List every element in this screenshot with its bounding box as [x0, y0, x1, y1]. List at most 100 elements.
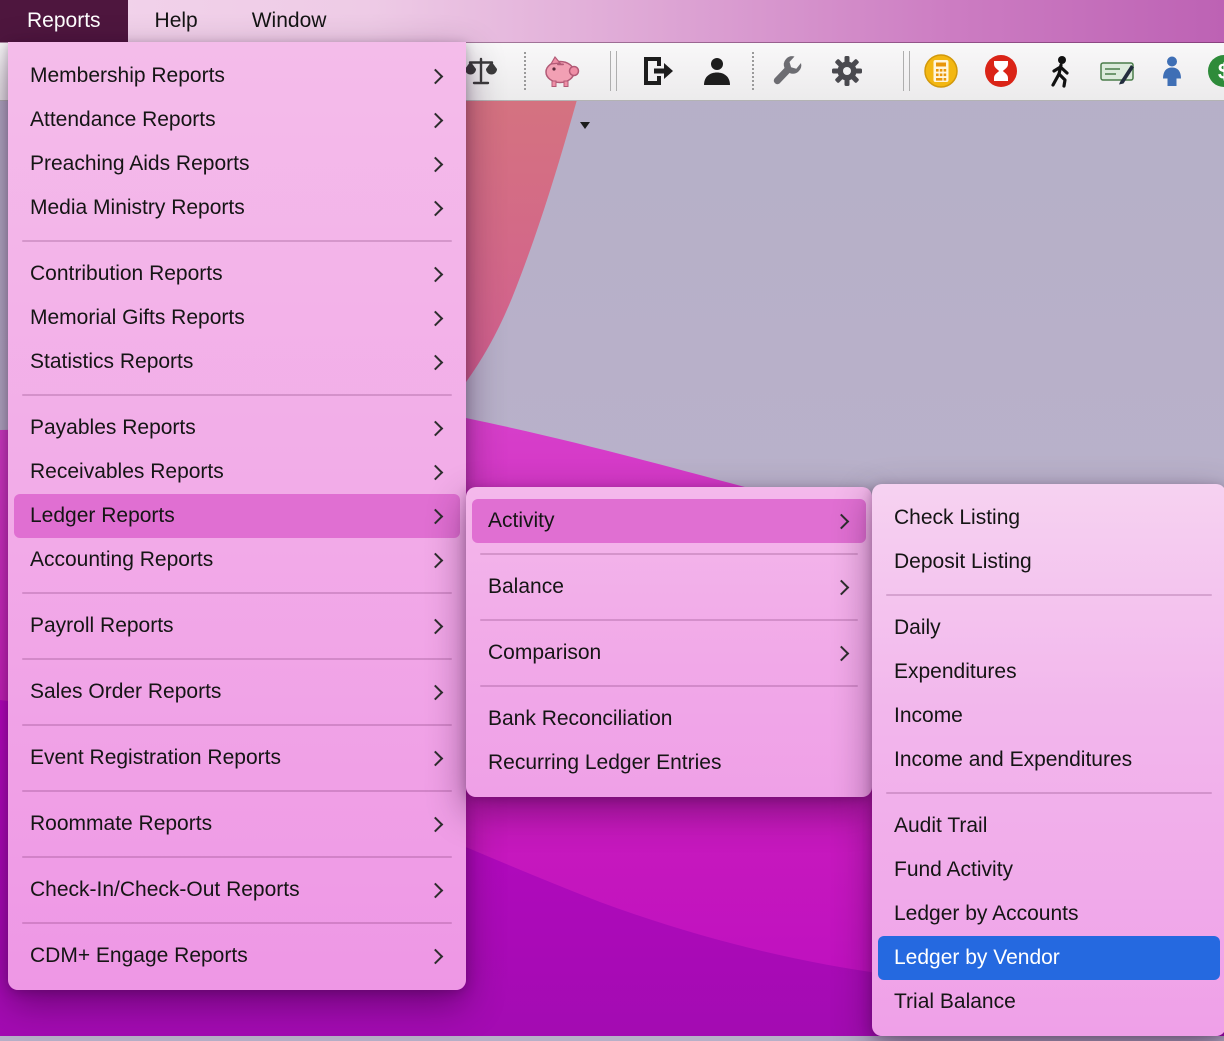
submenu-chevron-icon — [428, 266, 444, 282]
menu-item-label: Statistics Reports — [30, 350, 193, 374]
menu-separator — [22, 240, 452, 242]
menu-item-check-in-check-out-reports[interactable]: Check-In/Check-Out Reports — [14, 868, 460, 912]
menu-item-attendance-reports[interactable]: Attendance Reports — [14, 98, 460, 142]
menu-item-sales-order-reports[interactable]: Sales Order Reports — [14, 670, 460, 714]
menu-item-label: Media Ministry Reports — [30, 196, 245, 220]
menu-item-cdm-engage-reports[interactable]: CDM+ Engage Reports — [14, 934, 460, 978]
menu-item-label: Activity — [488, 509, 555, 533]
menu-item-comparison[interactable]: Comparison — [472, 631, 866, 675]
submenu-chevron-icon — [428, 948, 444, 964]
menu-item-accounting-reports[interactable]: Accounting Reports — [14, 538, 460, 582]
wrench-icon[interactable] — [770, 54, 804, 88]
dollar-icon[interactable]: $ — [1205, 52, 1224, 90]
menu-item-label: Expenditures — [894, 660, 1017, 684]
menu-item-expenditures[interactable]: Expenditures — [878, 650, 1220, 694]
submenu-chevron-icon — [428, 420, 444, 436]
menubar-item-reports[interactable]: Reports — [0, 0, 128, 42]
menu-item-label: Income and Expenditures — [894, 748, 1132, 772]
menu-item-label: Event Registration Reports — [30, 746, 281, 770]
submenu-chevron-icon — [428, 882, 444, 898]
menu-separator — [480, 553, 858, 555]
submenu-chevron-icon — [428, 310, 444, 326]
menu-item-label: Comparison — [488, 641, 601, 665]
submenu-chevron-icon — [428, 618, 444, 634]
menu-item-label: Preaching Aids Reports — [30, 152, 249, 176]
piggy-dropdown-arrow-icon[interactable] — [580, 122, 590, 129]
menu-item-payroll-reports[interactable]: Payroll Reports — [14, 604, 460, 648]
submenu-chevron-icon — [428, 112, 444, 128]
menu-item-fund-activity[interactable]: Fund Activity — [878, 848, 1220, 892]
menu-item-receivables-reports[interactable]: Receivables Reports — [14, 450, 460, 494]
menu-item-label: Bank Reconciliation — [488, 707, 672, 731]
menu-item-check-listing[interactable]: Check Listing — [878, 496, 1220, 540]
menubar-item-help[interactable]: Help — [128, 0, 225, 42]
menu-item-label: Deposit Listing — [894, 550, 1032, 574]
menubar: Reports Help Window — [0, 0, 1224, 43]
menu-separator — [22, 856, 452, 858]
menu-item-memorial-gifts-reports[interactable]: Memorial Gifts Reports — [14, 296, 460, 340]
person-badge-icon[interactable] — [700, 54, 734, 88]
ledger-reports-submenu: Activity Balance Comparison Bank Reconcilia… — [466, 487, 872, 797]
menu-item-recurring-ledger-entries[interactable]: Recurring Ledger Entries — [472, 741, 866, 785]
toolbar-group-separator — [903, 51, 910, 91]
menu-item-label: Accounting Reports — [30, 548, 213, 572]
check-writing-icon[interactable] — [1098, 52, 1136, 90]
submenu-chevron-icon — [428, 552, 444, 568]
menu-item-income-and-expenditures[interactable]: Income and Expenditures — [878, 738, 1220, 782]
menubar-item-label: Help — [155, 9, 198, 33]
submenu-chevron-icon — [428, 684, 444, 700]
submenu-chevron-icon — [428, 354, 444, 370]
exit-door-icon[interactable] — [640, 54, 674, 88]
menu-item-label: Recurring Ledger Entries — [488, 751, 721, 775]
menu-item-balance[interactable]: Balance — [472, 565, 866, 609]
reports-menu: Membership ReportsAttendance Reports Prea… — [8, 42, 466, 990]
person-blue-icon[interactable] — [1155, 54, 1189, 88]
menu-item-audit-trail[interactable]: Audit Trail — [878, 804, 1220, 848]
menu-item-label: Ledger by Accounts — [894, 902, 1078, 926]
menu-item-bank-reconciliation[interactable]: Bank Reconciliation — [472, 697, 866, 741]
menubar-item-window[interactable]: Window — [225, 0, 354, 42]
menu-item-statistics-reports[interactable]: Statistics Reports — [14, 340, 460, 384]
scales-icon[interactable] — [464, 54, 498, 88]
menu-item-label: Receivables Reports — [30, 460, 224, 484]
menu-item-trial-balance[interactable]: Trial Balance — [878, 980, 1220, 1024]
walking-person-icon[interactable] — [1043, 54, 1077, 88]
menu-item-activity[interactable]: Activity — [472, 499, 866, 543]
toolbar-separator — [752, 52, 754, 90]
activity-submenu: Check Listing Deposit Listing Daily Expendi… — [872, 484, 1224, 1036]
submenu-chevron-icon — [834, 579, 850, 595]
calculator-icon[interactable] — [922, 52, 960, 90]
menubar-item-label: Reports — [27, 9, 101, 33]
menu-separator — [22, 922, 452, 924]
submenu-chevron-icon — [834, 513, 850, 529]
menu-item-daily[interactable]: Daily — [878, 606, 1220, 650]
menu-item-label: Check-In/Check-Out Reports — [30, 878, 300, 902]
menu-item-membership-reports[interactable]: Membership Reports — [14, 54, 460, 98]
menu-item-media-ministry-reports[interactable]: Media Ministry Reports — [14, 186, 460, 230]
hourglass-icon[interactable] — [982, 52, 1020, 90]
menu-item-deposit-listing[interactable]: Deposit Listing — [878, 540, 1220, 584]
menu-item-label: Memorial Gifts Reports — [30, 306, 245, 330]
menubar-item-label: Window — [252, 9, 327, 33]
menu-separator — [22, 394, 452, 396]
menu-item-label: Ledger by Vendor — [894, 946, 1060, 970]
menu-item-label: Roommate Reports — [30, 812, 212, 836]
menu-item-preaching-aids-reports[interactable]: Preaching Aids Reports — [14, 142, 460, 186]
gear-icon[interactable] — [829, 53, 865, 89]
menu-item-ledger-reports[interactable]: Ledger Reports — [14, 494, 460, 538]
menu-item-label: CDM+ Engage Reports — [30, 944, 248, 968]
menu-item-ledger-by-vendor[interactable]: Ledger by Vendor — [878, 936, 1220, 980]
submenu-chevron-icon — [428, 156, 444, 172]
menu-item-roommate-reports[interactable]: Roommate Reports — [14, 802, 460, 846]
piggy-bank-icon[interactable] — [541, 51, 583, 91]
menu-item-event-registration-reports[interactable]: Event Registration Reports — [14, 736, 460, 780]
toolbar-separator — [524, 52, 526, 90]
svg-text:$: $ — [1218, 59, 1224, 84]
toolbar-group-separator — [610, 51, 617, 91]
menu-item-income[interactable]: Income — [878, 694, 1220, 738]
menu-separator — [480, 685, 858, 687]
menu-item-contribution-reports[interactable]: Contribution Reports — [14, 252, 460, 296]
menu-item-payables-reports[interactable]: Payables Reports — [14, 406, 460, 450]
menu-item-ledger-by-accounts[interactable]: Ledger by Accounts — [878, 892, 1220, 936]
submenu-chevron-icon — [428, 750, 444, 766]
